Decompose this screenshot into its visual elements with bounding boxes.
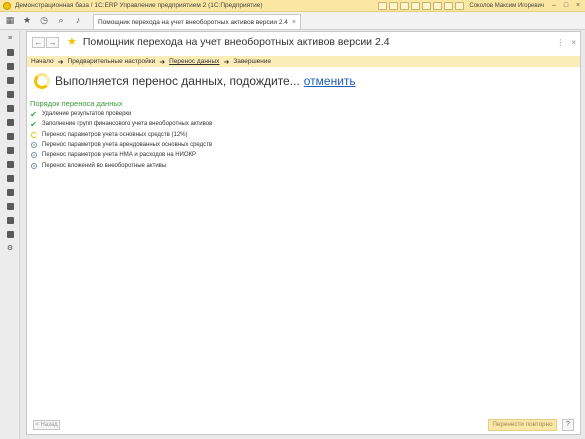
wizard-steps: Начало ➜ Предварительные настройки ➜ Пер…	[27, 56, 580, 67]
task-label: Перенос вложений во внеоборотные активы	[42, 162, 167, 169]
main-toolbar: ▦ ★ ◷ ⌕ ♪ Помощник перехода на учет внео…	[0, 12, 585, 30]
task-label: Перенос параметров учета основных средст…	[42, 131, 188, 138]
maximize-button[interactable]: □	[561, 1, 571, 10]
history-icon[interactable]: ◷	[37, 13, 51, 27]
sidebar-item-icon[interactable]	[0, 143, 20, 157]
task-list: ✔ Удаление результатов проверки ✔ Заполн…	[30, 109, 212, 171]
status-message: Выполняется перенос данных, подождите...	[55, 74, 300, 88]
back-button[interactable]: < Назад	[33, 420, 60, 430]
titlebar-actions: Соколов Максим Игоревич – □ ×	[378, 1, 583, 10]
sidebar-item-icon[interactable]	[0, 157, 20, 171]
sidebar-menu-icon[interactable]: ≡	[0, 31, 20, 45]
sections-grid-icon[interactable]: ▦	[3, 13, 17, 27]
list-item: Перенос параметров учета основных средст…	[30, 130, 212, 140]
sidebar-item-icon[interactable]	[0, 101, 20, 115]
task-label: Заполнение групп финансового учета внеоб…	[42, 121, 213, 128]
favorites-star-icon[interactable]: ★	[20, 13, 34, 27]
step-arrow-icon: ➜	[57, 58, 64, 66]
sections-sidebar: ≡ ⚙	[0, 31, 20, 439]
favorite-star-icon[interactable]: ★	[67, 36, 77, 48]
retry-transfer-button[interactable]: Перенести повторно	[488, 419, 557, 431]
tab-label: Помощник перехода на учет внеоборотных а…	[98, 18, 288, 26]
task-label: Удаление результатов проверки	[42, 111, 132, 118]
step-arrow-icon: ➜	[159, 58, 166, 66]
step-data-transfer: Перенос данных	[169, 58, 220, 65]
title-bar: Демонстрационная база / 1С:ERP Управлени…	[0, 0, 585, 12]
in-progress-icon	[30, 131, 37, 138]
notifications-bell-icon[interactable]: ♪	[71, 13, 85, 27]
step-start: Начало	[31, 58, 54, 65]
sidebar-item-icon[interactable]	[0, 227, 20, 241]
search-icon[interactable]: ⌕	[54, 13, 68, 27]
checkmark-icon: ✔	[30, 109, 37, 119]
help-button[interactable]: ?	[562, 419, 574, 431]
pending-icon	[30, 152, 37, 159]
titlebar-action-icon[interactable]	[433, 1, 443, 10]
minimize-button[interactable]: –	[549, 1, 559, 10]
loading-spinner-icon	[34, 73, 50, 89]
titlebar-action-icon[interactable]	[422, 1, 432, 10]
close-window-icon[interactable]: ×	[571, 38, 576, 47]
titlebar-action-icon[interactable]	[378, 1, 388, 10]
section-title: Порядок переноса данных	[30, 99, 123, 108]
step-preliminary-settings: Предварительные настройки	[67, 58, 156, 65]
settings-gear-icon[interactable]: ⚙	[0, 241, 20, 255]
app-logo-icon	[3, 1, 11, 10]
wizard-window: ← → ★ Помощник перехода на учет внеоборо…	[26, 31, 581, 435]
pending-icon	[30, 162, 37, 169]
titlebar-action-icon[interactable]	[411, 1, 421, 10]
sidebar-item-icon[interactable]	[0, 73, 20, 87]
step-finish: Завершение	[233, 58, 272, 65]
sidebar-item-icon[interactable]	[0, 59, 20, 73]
titlebar-action-icon[interactable]	[444, 1, 454, 10]
more-menu-icon[interactable]: ⋮	[556, 38, 565, 47]
sidebar-item-icon[interactable]	[0, 87, 20, 101]
list-item: ✔ Удаление результатов проверки	[30, 109, 212, 119]
titlebar-action-icon[interactable]	[400, 1, 410, 10]
sidebar-item-icon[interactable]	[0, 213, 20, 227]
sidebar-item-icon[interactable]	[0, 129, 20, 143]
list-item: Перенос параметров учета арендованных ос…	[30, 140, 212, 150]
task-label: Перенос параметров учета НМА и расходов …	[42, 152, 197, 159]
sidebar-item-icon[interactable]	[0, 115, 20, 129]
task-label: Перенос параметров учета арендованных ос…	[42, 142, 213, 149]
forward-arrow-icon[interactable]: →	[46, 36, 59, 48]
app-title: Демонстрационная база / 1С:ERP Управлени…	[15, 2, 263, 9]
tab-transition-assistant[interactable]: Помощник перехода на учет внеоборотных а…	[93, 14, 301, 29]
tab-close-icon[interactable]: ×	[292, 19, 296, 26]
list-item: Перенос параметров учета НМА и расходов …	[30, 150, 212, 160]
sidebar-item-icon[interactable]	[0, 185, 20, 199]
back-arrow-icon[interactable]: ←	[32, 36, 45, 48]
checkmark-icon: ✔	[30, 119, 37, 129]
transfer-status: Выполняется перенос данных, подождите...…	[34, 73, 356, 89]
window-header: ← → ★ Помощник перехода на учет внеоборо…	[27, 32, 580, 52]
user-name[interactable]: Соколов Максим Игоревич	[469, 3, 544, 9]
pending-icon	[30, 142, 37, 149]
cancel-link[interactable]: отменить	[304, 74, 356, 88]
sidebar-item-icon[interactable]	[0, 45, 20, 59]
sidebar-item-icon[interactable]	[0, 199, 20, 213]
list-item: ✔ Заполнение групп финансового учета вне…	[30, 119, 212, 129]
titlebar-action-icon[interactable]	[455, 1, 465, 10]
step-arrow-icon: ➜	[223, 58, 230, 66]
page-title: Помощник перехода на учет внеоборотных а…	[82, 36, 390, 48]
sidebar-item-icon[interactable]	[0, 171, 20, 185]
titlebar-action-icon[interactable]	[389, 1, 399, 10]
close-app-button[interactable]: ×	[573, 1, 583, 10]
list-item: Перенос вложений во внеоборотные активы	[30, 160, 212, 170]
